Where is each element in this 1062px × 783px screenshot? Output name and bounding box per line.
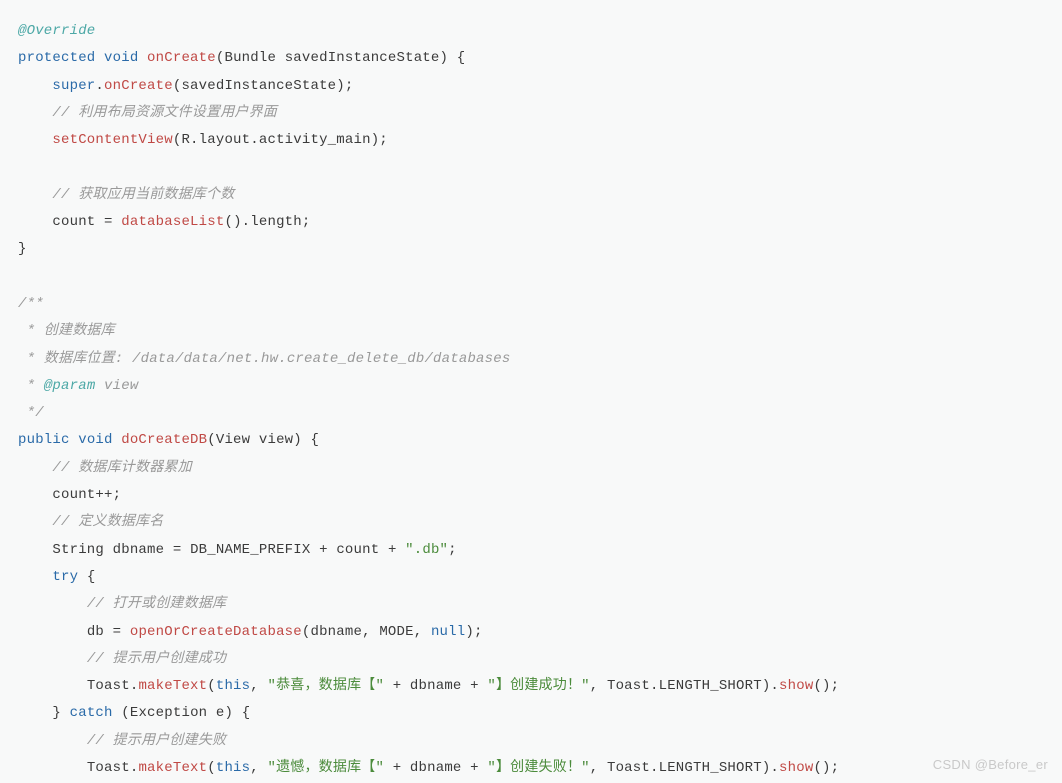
kw-public: public [18,432,70,448]
string-success-1: "恭喜，数据库【" [267,678,384,694]
kw-protected: protected [18,50,95,66]
string-db-ext: ".db" [405,542,448,558]
comment-fail: // 提示用户创建失败 [87,733,226,749]
javadoc-param-name: view [95,378,138,394]
type-r: R [181,132,190,148]
javadoc-close: */ [18,405,44,421]
method-oncreate: onCreate [147,50,216,66]
kw-this: this [216,678,250,694]
comment-defname: // 定义数据库名 [52,514,163,530]
type-view: View [216,432,250,448]
string-fail-2: "】创建失败！" [487,760,589,776]
method-openorcreatedatabase: openOrCreateDatabase [130,624,302,640]
field-db: db [87,624,104,640]
kw-super: super [52,78,95,94]
code-block: @Override protected void onCreate(Bundle… [0,0,1062,782]
var-dbname: dbname [113,542,165,558]
annotation-override: @Override [18,23,95,39]
kw-null: null [431,624,465,640]
field-count: count [52,214,95,230]
type-toast: Toast [87,678,130,694]
method-show-success: show [779,678,813,694]
kw-catch: catch [70,705,113,721]
const-dbprefix: DB_NAME_PREFIX [190,542,310,558]
param-savedinstancestate: savedInstanceState [285,50,440,66]
method-super-oncreate: onCreate [104,78,173,94]
comment-counter: // 数据库计数器累加 [52,460,191,476]
kw-void: void [104,50,138,66]
method-show-fail: show [779,760,813,776]
string-fail-1: "遗憾，数据库【" [267,760,384,776]
javadoc-open: /** [18,296,44,312]
method-maketext-fail: makeText [138,760,207,776]
kw-try: try [52,569,78,585]
method-maketext-success: makeText [138,678,207,694]
javadoc-param-prefix: * [18,378,44,394]
comment-layout: // 利用布局资源文件设置用户界面 [52,105,277,121]
const-mode: MODE [379,624,413,640]
comment-success: // 提示用户创建成功 [87,651,226,667]
method-docreatedb: doCreateDB [121,432,207,448]
javadoc-desc2: * 数据库位置: /data/data/net.hw.create_delete… [18,351,510,367]
string-success-2: "】创建成功！" [487,678,589,694]
type-string: String [52,542,104,558]
javadoc-param-tag: @param [44,378,96,394]
javadoc-desc1: * 创建数据库 [18,323,115,339]
comment-getcount: // 获取应用当前数据库个数 [52,187,234,203]
const-lengthshort: LENGTH_SHORT [659,678,762,694]
type-bundle: Bundle [224,50,276,66]
comment-openorcreate: // 打开或创建数据库 [87,596,226,612]
method-databaselist: databaseList [121,214,224,230]
type-exception: Exception [130,705,207,721]
method-setcontentview: setContentView [52,132,172,148]
